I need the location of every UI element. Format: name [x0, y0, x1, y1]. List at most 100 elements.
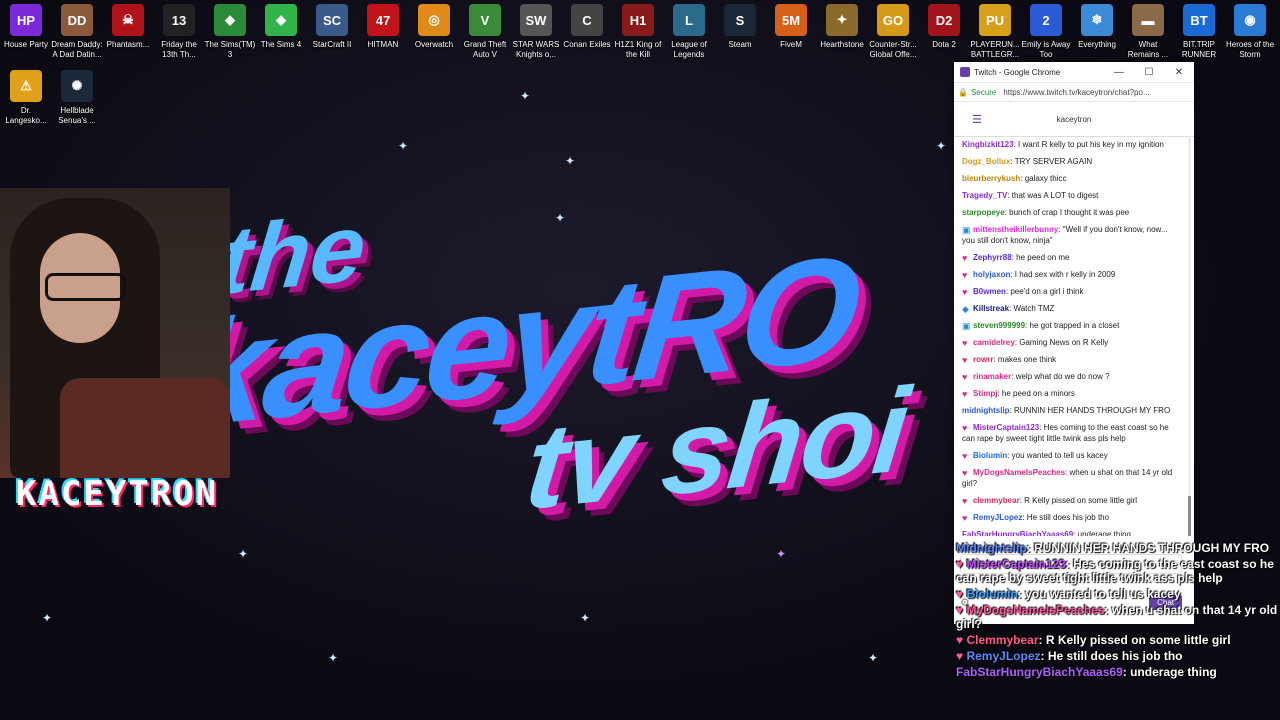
desktop-icon[interactable]: PU PLAYERUN... BATTLEGR...	[969, 4, 1021, 60]
chat-username[interactable]: holyjaxon	[973, 270, 1010, 279]
close-button[interactable]: ✕	[1164, 67, 1194, 78]
chat-message: Tragedy_TV: that was A LOT to digest	[954, 187, 1188, 204]
desktop-icon-label: Heroes of the Storm	[1225, 40, 1275, 59]
chat-username[interactable]: Zephyrr88	[973, 253, 1012, 262]
desktop-icon-label: Overwatch	[414, 40, 454, 49]
chat-text: : underage thing	[1073, 530, 1131, 536]
desktop-icon-label: StarCraft II	[312, 40, 352, 49]
chat-username[interactable]: FabStarHungryBiachYaaas69	[962, 530, 1073, 536]
chat-username[interactable]: B0wmen	[973, 287, 1006, 296]
desktop-icon[interactable]: ❄ Everything	[1071, 4, 1123, 50]
overlay-chat-message: FabStarHungryBiachYaaas69: underage thin…	[954, 664, 1280, 680]
desktop-icon-label: Emily is Away Too	[1021, 40, 1071, 59]
chat-username[interactable]: midnightslip	[962, 406, 1010, 415]
chat-message: ♥ rinamaker: welp what do we do now ?	[954, 368, 1188, 385]
address-bar[interactable]: 🔒 Secure https://www.twitch.tv/kaceytron…	[954, 83, 1194, 102]
scrollbar-thumb[interactable]	[1188, 496, 1191, 536]
app-icon: ◎	[418, 4, 450, 36]
chat-username[interactable]: clemmybear	[973, 496, 1020, 505]
chat-username[interactable]: Killstreak	[973, 304, 1009, 313]
overlay-chat-text: : underage thing	[1122, 665, 1217, 679]
overlay-chat-text: : RUNNIN HER HANDS THROUGH MY FRO	[1026, 541, 1270, 555]
chat-username[interactable]: RemyJLopez	[973, 513, 1022, 522]
chat-message: ♥ MisterCaptain123: Hes coming to the eas…	[954, 419, 1188, 447]
chat-text: : R Kelly pissed on some little girl	[1019, 496, 1138, 505]
desktop-icon[interactable]: L League of Legends	[663, 4, 715, 60]
chat-message: starpopeye: bunch of crap I thought it w…	[954, 204, 1188, 221]
chat-message: midnightslip: RUNNIN HER HANDS THROUGH M…	[954, 402, 1188, 419]
chat-username[interactable]: mittenstheikillerbunny	[973, 225, 1058, 234]
subscriber-badge-icon: ♥	[962, 513, 968, 523]
chat-username[interactable]: Dogz_Bollux	[962, 157, 1010, 166]
desktop-icon[interactable]: ◎ Overwatch	[408, 4, 460, 50]
chat-username[interactable]: bleurberrykush	[962, 174, 1020, 183]
webcam-feed	[0, 188, 230, 478]
desktop-icon[interactable]: 5M FiveM	[765, 4, 817, 50]
star-decoration: ✦	[398, 139, 409, 153]
desktop-icon[interactable]: 13 Friday the 13th Th...	[153, 4, 205, 60]
chat-username[interactable]: steven999999	[973, 321, 1025, 330]
chat-username[interactable]: rowrr	[973, 355, 993, 364]
subscriber-badge-icon: ♥	[962, 287, 968, 297]
desktop-icon-label: Dota 2	[932, 40, 956, 49]
url-text[interactable]: https://www.twitch.tv/kaceytron/chat?po.…	[1003, 88, 1149, 97]
overlay-chat-message: ♥ Biolumin: you wanted to tell us kacey	[954, 586, 1280, 602]
star-decoration: ✦	[936, 139, 947, 153]
desktop-icon[interactable]: ✺ Hellblade Senua's ...	[51, 70, 103, 126]
star-decoration: ✦	[580, 611, 591, 625]
chat-text: : you wanted to tell us kacey	[1007, 451, 1108, 460]
desktop-icon[interactable]: DD Dream Daddy: A Dad Datin...	[51, 4, 103, 60]
app-icon: D2	[928, 4, 960, 36]
subscriber-badge-icon: ♥	[962, 355, 968, 365]
chat-text: : I had sex with r kelly in 2009	[1010, 270, 1116, 279]
app-icon: 13	[163, 4, 195, 36]
desktop-icon[interactable]: 47 HITMAN	[357, 4, 409, 50]
maximize-button[interactable]: ☐	[1134, 67, 1164, 78]
desktop-icon[interactable]: H1 H1Z1 King of the Kill	[612, 4, 664, 60]
chat-message: ♥ Zephyrr88: he peed on me	[954, 249, 1188, 266]
desktop-icon[interactable]: ⚠ Dr. Langesko...	[0, 70, 52, 126]
overlay-chat-message: ♥ RemyJLopez: He still does his job tho	[954, 648, 1280, 664]
desktop-icon[interactable]: ◉ Heroes of the Storm	[1224, 4, 1276, 60]
desktop-icon[interactable]: S Steam	[714, 4, 766, 50]
app-icon: ◆	[214, 4, 246, 36]
chat-username[interactable]: MisterCaptain123	[973, 423, 1039, 432]
desktop-icon[interactable]: SW STAR WARS Knights o...	[510, 4, 562, 60]
desktop-icon[interactable]: V Grand Theft Auto V	[459, 4, 511, 60]
app-icon: SW	[520, 4, 552, 36]
overlay-chat-text: : R Kelly pissed on some little girl	[1038, 633, 1231, 647]
desktop-icon[interactable]: HP House Party	[0, 4, 52, 50]
minimize-button[interactable]: —	[1104, 67, 1134, 78]
chat-username[interactable]: camidelrey	[973, 338, 1015, 347]
app-icon: V	[469, 4, 501, 36]
desktop-icon[interactable]: ▬ What Remains ...	[1122, 4, 1174, 60]
chat-message-list[interactable]: Kingbizkit123: I want R kelly to put his…	[954, 136, 1188, 536]
desktop-icon-label: Conan Exiles	[563, 40, 611, 49]
chat-text: : He still does his job tho	[1022, 513, 1110, 522]
subscriber-badge-icon: ♥	[962, 468, 968, 478]
chat-username[interactable]: Tragedy_TV	[962, 191, 1007, 200]
app-icon: ☠	[112, 4, 144, 36]
desktop-icon[interactable]: C Conan Exiles	[561, 4, 613, 50]
chat-username[interactable]: rinamaker	[973, 372, 1011, 381]
chat-scrollbar[interactable]	[1188, 136, 1191, 536]
overlay-chat-username: RemyJLopez	[966, 649, 1041, 663]
desktop-icon[interactable]: D2 Dota 2	[918, 4, 970, 50]
desktop-icon[interactable]: ☠ Phantasm...	[102, 4, 154, 50]
desktop-icon[interactable]: ◆ The Sims(TM) 3	[204, 4, 256, 60]
desktop-icon[interactable]: ✦ Hearthstone	[816, 4, 868, 50]
chat-username[interactable]: Kingbizkit123	[962, 140, 1014, 149]
chat-username[interactable]: Biolumin	[973, 451, 1007, 460]
desktop-icon[interactable]: BT BIT.TRIP RUNNER	[1173, 4, 1225, 60]
secure-label: Secure	[970, 87, 997, 97]
desktop-icon[interactable]: 2 Emily is Away Too	[1020, 4, 1072, 60]
chat-username[interactable]: MyDogsNameIsPeaches	[973, 468, 1065, 477]
desktop-icon[interactable]: GO Counter-Str... Global Offe...	[867, 4, 919, 60]
overlay-chat-username: Clemmybear	[966, 633, 1039, 647]
desktop-icon[interactable]: ◆ The Sims 4	[255, 4, 307, 50]
overlay-chat-message: ♥ MisterCaptain123: Hes coming to the ea…	[954, 556, 1280, 586]
desktop-icon[interactable]: SC StarCraft II	[306, 4, 358, 50]
chat-message: ♥ clemmybear: R Kelly pissed on some litt…	[954, 492, 1188, 509]
chat-username[interactable]: starpopeye	[962, 208, 1005, 217]
chat-username[interactable]: Stimpj	[973, 389, 997, 398]
